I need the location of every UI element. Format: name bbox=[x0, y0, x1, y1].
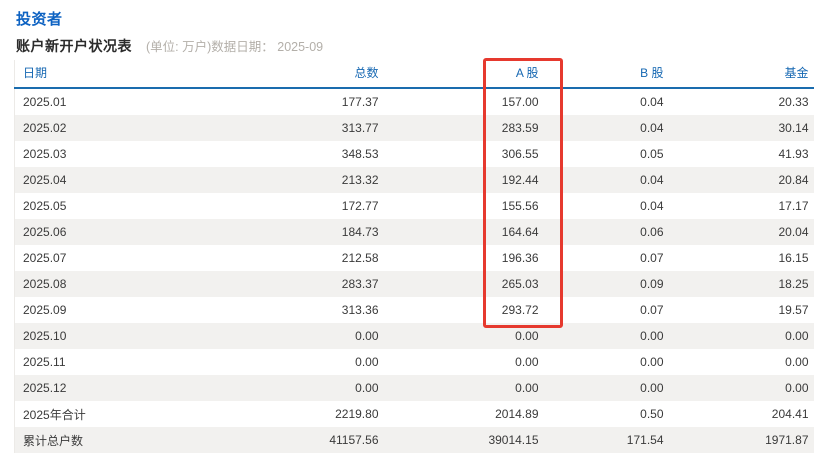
total-cell: 0.00 bbox=[355, 355, 379, 369]
investor-accounts-page: 投资者 账户新开户状况表 (单位: 万户)数据日期： 2025-09 日期 总数 … bbox=[0, 0, 829, 466]
fund-cell: 0.00 bbox=[785, 381, 809, 395]
b-share-cell: 0.07 bbox=[640, 303, 664, 317]
b-share-cell: 0.04 bbox=[640, 95, 664, 109]
date-cell: 2025.04 bbox=[23, 173, 67, 187]
table-row: 2025.12 0.00 0.00 0.00 0.00 bbox=[14, 375, 814, 401]
date-cell: 2025.01 bbox=[23, 95, 67, 109]
a-share-cell: 283.59 bbox=[501, 121, 539, 135]
date-cell: 2025.11 bbox=[23, 355, 66, 369]
fund-cell: 17.17 bbox=[778, 199, 809, 213]
b-share-cell: 171.54 bbox=[626, 433, 664, 447]
total-cell: 184.73 bbox=[341, 225, 379, 239]
fund-cell: 20.04 bbox=[778, 225, 809, 239]
date-cell: 2025.02 bbox=[23, 121, 67, 135]
total-cell: 313.77 bbox=[341, 121, 379, 135]
table-row: 2025.09 313.36 293.72 0.07 19.57 bbox=[15, 297, 814, 323]
fund-cell: 18.25 bbox=[778, 277, 809, 291]
a-share-cell: 155.56 bbox=[501, 199, 539, 213]
total-cell: 41157.56 bbox=[329, 433, 379, 447]
date-cell: 2025.09 bbox=[23, 303, 67, 317]
a-share-cell: 192.44 bbox=[501, 173, 539, 187]
a-share-cell: 39014.15 bbox=[488, 433, 539, 447]
a-share-cell: 196.36 bbox=[501, 251, 539, 265]
table-header-row: 日期 总数 A 股 B 股 基金 bbox=[14, 60, 814, 89]
total-cell: 2219.80 bbox=[335, 407, 379, 421]
date-cell: 2025.12 bbox=[23, 381, 67, 395]
fund-cell: 1971.87 bbox=[765, 433, 809, 447]
a-share-cell: 164.64 bbox=[501, 225, 539, 239]
table-row: 2025.11 0.00 0.00 0.00 0.00 bbox=[15, 349, 814, 375]
table-title-row: 账户新开户状况表 (单位: 万户)数据日期： 2025-09 bbox=[16, 36, 323, 56]
col-header-date: 日期 bbox=[14, 60, 215, 89]
b-share-cell: 0.07 bbox=[640, 251, 664, 265]
total-cell: 213.32 bbox=[341, 173, 379, 187]
fund-cell: 41.93 bbox=[778, 147, 809, 161]
b-share-cell: 0.04 bbox=[640, 199, 664, 213]
fund-cell: 20.84 bbox=[778, 173, 809, 187]
a-share-cell: 0.00 bbox=[515, 355, 539, 369]
date-cell: 2025.07 bbox=[23, 251, 67, 265]
b-share-cell: 0.04 bbox=[640, 121, 664, 135]
b-share-cell: 0.05 bbox=[640, 147, 664, 161]
table-header: 日期 总数 A 股 B 股 基金 bbox=[14, 60, 814, 89]
table-row: 2025.02 313.77 283.59 0.04 30.14 bbox=[14, 115, 814, 141]
table-row: 2025.08 283.37 265.03 0.09 18.25 bbox=[14, 271, 814, 297]
total-cell: 0.00 bbox=[355, 329, 379, 343]
fund-cell: 30.14 bbox=[778, 121, 809, 135]
b-share-cell: 0.50 bbox=[640, 407, 664, 421]
date-cell: 2025.06 bbox=[23, 225, 67, 239]
col-header-a-share: A 股 bbox=[383, 60, 544, 89]
a-share-cell: 265.03 bbox=[501, 277, 539, 291]
date-cell: 2025.03 bbox=[23, 147, 67, 161]
col-header-b-share: B 股 bbox=[543, 60, 669, 89]
b-share-cell: 0.06 bbox=[640, 225, 664, 239]
a-share-cell: 0.00 bbox=[515, 381, 539, 395]
b-share-cell: 0.00 bbox=[640, 355, 664, 369]
table-row: 2025.05 172.77 155.56 0.04 17.17 bbox=[15, 193, 814, 219]
b-share-cell: 0.04 bbox=[640, 173, 664, 187]
total-cell: 172.77 bbox=[341, 199, 379, 213]
table-row: 2025.01 177.37 157.00 0.04 20.33 bbox=[15, 88, 814, 115]
a-share-cell: 293.72 bbox=[501, 303, 539, 317]
fund-cell: 20.33 bbox=[778, 95, 809, 109]
total-cell: 212.58 bbox=[341, 251, 379, 265]
a-share-cell: 2014.89 bbox=[495, 407, 539, 421]
a-share-cell: 0.00 bbox=[515, 329, 539, 343]
total-cell: 313.36 bbox=[341, 303, 379, 317]
total-cell: 177.37 bbox=[341, 95, 379, 109]
table-row: 2025.06 184.73 164.64 0.06 20.04 bbox=[14, 219, 814, 245]
fund-cell: 0.00 bbox=[785, 329, 809, 343]
col-header-fund: 基金 bbox=[668, 60, 814, 89]
fund-cell: 19.57 bbox=[778, 303, 809, 317]
table-row: 2025.10 0.00 0.00 0.00 0.00 bbox=[14, 323, 814, 349]
new-accounts-table: 日期 总数 A 股 B 股 基金 2025.01 177.37 157.00 0.04… bbox=[14, 60, 814, 453]
total-cell: 0.00 bbox=[355, 381, 379, 395]
col-header-total: 总数 bbox=[214, 60, 384, 89]
table-row: 累计总户数 41157.56 39014.15 171.54 1971.87 bbox=[14, 427, 814, 453]
table-row: 2025.04 213.32 192.44 0.04 20.84 bbox=[14, 167, 814, 193]
date-cell: 累计总户数 bbox=[23, 433, 84, 448]
a-share-cell: 157.00 bbox=[501, 95, 539, 109]
total-cell: 348.53 bbox=[341, 147, 379, 161]
b-share-cell: 0.00 bbox=[640, 329, 664, 343]
total-cell: 283.37 bbox=[341, 277, 379, 291]
table-title: 账户新开户状况表 bbox=[16, 38, 132, 54]
b-share-cell: 0.00 bbox=[640, 381, 664, 395]
date-cell: 2025年合计 bbox=[23, 407, 86, 422]
fund-cell: 0.00 bbox=[785, 355, 809, 369]
table-unit-and-date-note: (单位: 万户)数据日期： 2025-09 bbox=[146, 40, 324, 54]
table-row: 2025.07 212.58 196.36 0.07 16.15 bbox=[15, 245, 814, 271]
date-cell: 2025.05 bbox=[23, 199, 67, 213]
table-body: 2025.01 177.37 157.00 0.04 20.33 2025.02 313.7… bbox=[14, 88, 814, 453]
section-title: 投资者 bbox=[16, 11, 63, 28]
fund-cell: 204.41 bbox=[771, 407, 809, 421]
fund-cell: 16.15 bbox=[778, 251, 809, 265]
table-row: 2025.03 348.53 306.55 0.05 41.93 bbox=[15, 141, 814, 167]
b-share-cell: 0.09 bbox=[640, 277, 664, 291]
table-row: 2025年合计 2219.80 2014.89 0.50 204.41 bbox=[15, 401, 814, 427]
date-cell: 2025.08 bbox=[23, 277, 67, 291]
date-cell: 2025.10 bbox=[23, 329, 67, 343]
a-share-cell: 306.55 bbox=[501, 147, 539, 161]
